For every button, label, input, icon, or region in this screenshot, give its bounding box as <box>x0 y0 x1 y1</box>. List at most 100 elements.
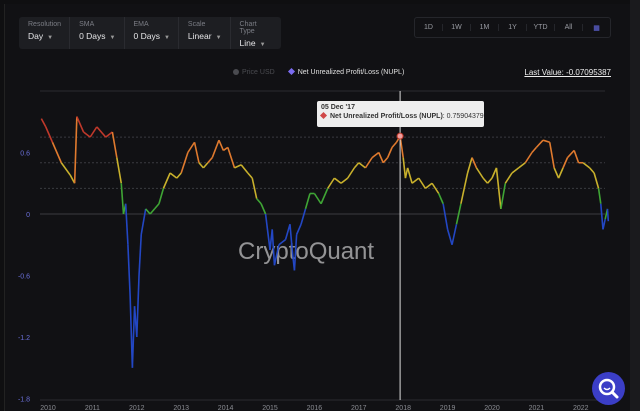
y-tick-label: 0.6 <box>20 151 30 158</box>
nupl-line-segment <box>451 224 458 245</box>
nupl-line-segment <box>406 167 413 184</box>
nupl-line-segment <box>289 224 293 250</box>
nupl-line-segment <box>442 203 449 230</box>
nupl-line-segment <box>466 157 473 174</box>
nupl-line-segment <box>418 177 427 189</box>
nupl-line-segment <box>240 164 249 174</box>
nupl-line-segment <box>531 146 538 154</box>
nupl-line-segment <box>378 152 384 164</box>
nupl-line-segment <box>89 126 98 138</box>
nupl-line-segment <box>566 149 575 159</box>
x-tick-label: 2021 <box>529 405 545 411</box>
nupl-line-segment <box>446 229 453 245</box>
nupl-line-segment <box>553 167 560 179</box>
nupl-line-segment <box>524 152 533 164</box>
nupl-line-segment <box>304 193 311 210</box>
tooltip: 05 Dec '17 Net Unrealized Profit/Loss (N… <box>317 101 484 127</box>
nupl-line-segment <box>437 193 444 205</box>
nupl-line-segment <box>599 203 604 230</box>
nupl-line-segment <box>105 131 113 138</box>
nupl-line-segment <box>327 177 336 189</box>
x-tick-label: 2019 <box>440 405 456 411</box>
nupl-line-segment <box>382 157 389 164</box>
nupl-line-segment <box>227 147 236 169</box>
nupl-line-segment <box>278 238 287 246</box>
nupl-line-segment <box>247 172 253 179</box>
nupl-line-segment <box>169 172 178 179</box>
nupl-line-segment <box>557 167 564 179</box>
nupl-line-segment <box>602 218 607 230</box>
nupl-line-segment <box>140 208 147 235</box>
nupl-line-segment <box>187 141 196 153</box>
nupl-line-segment <box>149 208 156 215</box>
nupl-line-segment <box>300 208 307 225</box>
nupl-line-segment <box>176 172 182 179</box>
nupl-line-segment <box>127 244 131 297</box>
x-tick-label: 2020 <box>484 405 500 411</box>
tooltip-series: Net Unrealized Profit/Loss (NUPL) <box>330 113 443 120</box>
nupl-line-segment <box>60 162 71 176</box>
nupl-line-segment <box>542 139 550 144</box>
nupl-line-segment <box>475 167 484 179</box>
nupl-line-segment <box>193 142 200 163</box>
nupl-line-segment <box>260 203 267 215</box>
nupl-line-segment <box>320 188 329 205</box>
y-tick-label: 0 <box>26 212 30 219</box>
nupl-chart: 0.6 0 -0.6 -1.2 -1.8 2010 2011 2012 2013 2014 2015… <box>18 90 610 411</box>
nupl-line-segment <box>391 141 398 148</box>
nupl-line-segment <box>131 306 136 368</box>
nupl-line-segment <box>573 150 580 164</box>
nupl-line-segment <box>582 162 591 169</box>
x-tick-label: 2013 <box>173 405 189 411</box>
nupl-line-segment <box>504 172 513 184</box>
nupl-line-segment <box>45 126 54 143</box>
nupl-line-segment <box>234 164 242 169</box>
nupl-line-segment <box>207 157 213 164</box>
x-tick-label: 2010 <box>40 405 56 411</box>
nupl-line-segment <box>364 157 373 169</box>
nupl-line-segment <box>40 118 47 128</box>
nupl-line-segment <box>138 234 143 276</box>
nupl-line-segment <box>73 116 78 184</box>
nupl-line-segment <box>386 147 393 158</box>
nupl-line-segment <box>96 126 107 138</box>
nupl-line-segment <box>333 177 342 184</box>
nupl-line-segment <box>597 188 602 204</box>
x-tick-label: 2018 <box>395 405 411 411</box>
nupl-line-segment <box>347 167 356 179</box>
nupl-line-segment <box>313 193 322 205</box>
nupl-line-segment <box>198 162 205 169</box>
nupl-line-segment <box>295 223 302 235</box>
nupl-line-segment <box>284 224 291 240</box>
x-tick-label: 2022 <box>573 405 589 411</box>
nupl-line-segment <box>535 139 544 148</box>
nupl-line-segment <box>371 151 380 159</box>
search-fab-button[interactable] <box>592 372 625 405</box>
nupl-line-segment <box>124 203 129 245</box>
nupl-line-segment <box>271 229 276 266</box>
nupl-line-segment <box>83 131 91 138</box>
nupl-line-segment <box>180 152 189 174</box>
nupl-line-segment <box>606 208 610 222</box>
nupl-line-segment <box>402 157 407 179</box>
nupl-line-segment <box>145 208 151 215</box>
y-tick-label: -1.2 <box>18 335 30 342</box>
nupl-line-segment <box>120 183 125 215</box>
nupl-line-segment <box>158 188 165 204</box>
tooltip-value: : 0.75904379 <box>442 113 484 120</box>
nupl-line-segment <box>353 162 360 169</box>
nupl-line-segment <box>218 139 225 151</box>
nupl-line-segment <box>500 183 507 210</box>
nupl-line-segment <box>411 177 420 184</box>
nupl-line-segment <box>264 213 271 250</box>
x-tick-label: 2016 <box>307 405 323 411</box>
x-tick-label: 2012 <box>129 405 145 411</box>
nupl-line-segment <box>273 244 280 266</box>
nupl-line-segment <box>593 172 600 189</box>
nupl-line-segment <box>51 141 63 164</box>
nupl-line-segment <box>136 275 140 338</box>
nupl-line-segment <box>589 167 595 174</box>
y-tick-label: -1.8 <box>18 397 30 404</box>
tooltip-date: 05 Dec '17 <box>321 104 355 111</box>
nupl-line-segment <box>518 162 526 169</box>
